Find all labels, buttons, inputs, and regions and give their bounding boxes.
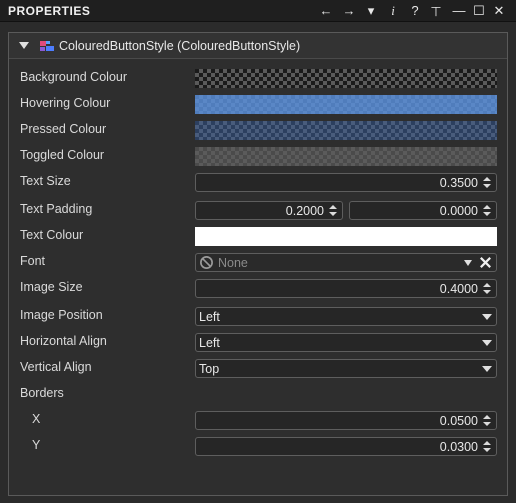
font-value: None [218, 256, 248, 270]
collapse-triangle-icon[interactable] [19, 42, 29, 49]
image-size-input[interactable]: 0.4000 [195, 279, 497, 298]
spinner-icon[interactable] [482, 175, 493, 190]
arrow-left-icon[interactable]: ← [317, 2, 335, 20]
vertical-align-value: Top [199, 362, 220, 376]
chevron-down-icon [482, 340, 492, 346]
border-x-input[interactable]: 0.0500 [195, 411, 497, 430]
window-title: PROPERTIES [8, 4, 91, 18]
pressed-colour-swatch[interactable] [195, 121, 497, 140]
horizontal-align-label: Horizontal Align [20, 334, 107, 348]
info-icon[interactable]: i [384, 2, 402, 20]
titlebar: PROPERTIES ← → ▾ i ? ⊥ — ☐ ✕ [0, 0, 516, 22]
text-size-input[interactable]: 0.3500 [195, 173, 497, 192]
border-y-input[interactable]: 0.0300 [195, 437, 497, 456]
pin-icon[interactable]: ⊥ [427, 2, 445, 20]
spinner-icon[interactable] [328, 203, 339, 218]
vertical-align-select[interactable]: Top [195, 359, 497, 378]
borders-label: Borders [20, 386, 64, 400]
font-label: Font [20, 254, 46, 268]
text-size-value: 0.3500 [439, 176, 478, 190]
minimize-icon[interactable]: — [450, 2, 468, 20]
horizontal-align-select[interactable]: Left [195, 333, 497, 352]
close-icon[interactable]: ✕ [490, 2, 508, 20]
background-colour-swatch[interactable] [195, 69, 497, 88]
toggled-colour-swatch[interactable] [195, 147, 497, 166]
component-header[interactable]: ColouredButtonStyle (ColouredButtonStyle… [9, 33, 507, 59]
none-icon [200, 256, 213, 269]
hovering-colour-label: Hovering Colour [20, 96, 111, 110]
background-colour-label: Background Colour [20, 70, 128, 84]
spinner-icon[interactable] [482, 281, 493, 296]
font-picker[interactable]: None [195, 253, 497, 272]
spinner-icon[interactable] [482, 439, 493, 454]
image-size-value: 0.4000 [439, 282, 478, 296]
border-y-label: Y [32, 438, 41, 452]
spinner-icon[interactable] [482, 413, 493, 428]
text-padding-label: Text Padding [20, 202, 93, 216]
border-x-value: 0.0500 [439, 414, 478, 428]
text-size-label: Text Size [20, 174, 71, 188]
hovering-colour-swatch[interactable] [195, 95, 497, 114]
chevron-down-icon [482, 366, 492, 372]
image-size-label: Image Size [20, 280, 83, 294]
clear-icon[interactable] [478, 255, 493, 270]
vertical-align-label: Vertical Align [20, 360, 92, 374]
arrow-right-icon[interactable]: → [340, 2, 358, 20]
component-title: ColouredButtonStyle (ColouredButtonStyle… [59, 39, 301, 53]
text-colour-label: Text Colour [20, 228, 84, 242]
text-padding-input-2[interactable]: 0.0000 [349, 201, 497, 220]
component-panel: ColouredButtonStyle (ColouredButtonStyle… [8, 32, 508, 496]
border-x-label: X [32, 412, 41, 426]
image-position-select[interactable]: Left [195, 307, 497, 326]
text-padding-value-1: 0.2000 [285, 204, 324, 218]
maximize-icon[interactable]: ☐ [470, 2, 488, 20]
pressed-colour-label: Pressed Colour [20, 122, 107, 136]
image-position-label: Image Position [20, 308, 103, 322]
text-colour-swatch[interactable] [195, 227, 497, 246]
chevron-down-icon[interactable] [464, 260, 472, 266]
style-class-icon [40, 41, 54, 51]
chevron-down-icon [482, 314, 492, 320]
border-y-value: 0.0300 [439, 440, 478, 454]
text-padding-value-2: 0.0000 [439, 204, 478, 218]
spinner-icon[interactable] [482, 203, 493, 218]
text-padding-input-1[interactable]: 0.2000 [195, 201, 343, 220]
image-position-value: Left [199, 310, 220, 324]
toggled-colour-label: Toggled Colour [20, 148, 105, 162]
horizontal-align-value: Left [199, 336, 220, 350]
dropdown-menu-icon[interactable]: ▾ [362, 2, 380, 20]
help-icon[interactable]: ? [406, 2, 424, 20]
